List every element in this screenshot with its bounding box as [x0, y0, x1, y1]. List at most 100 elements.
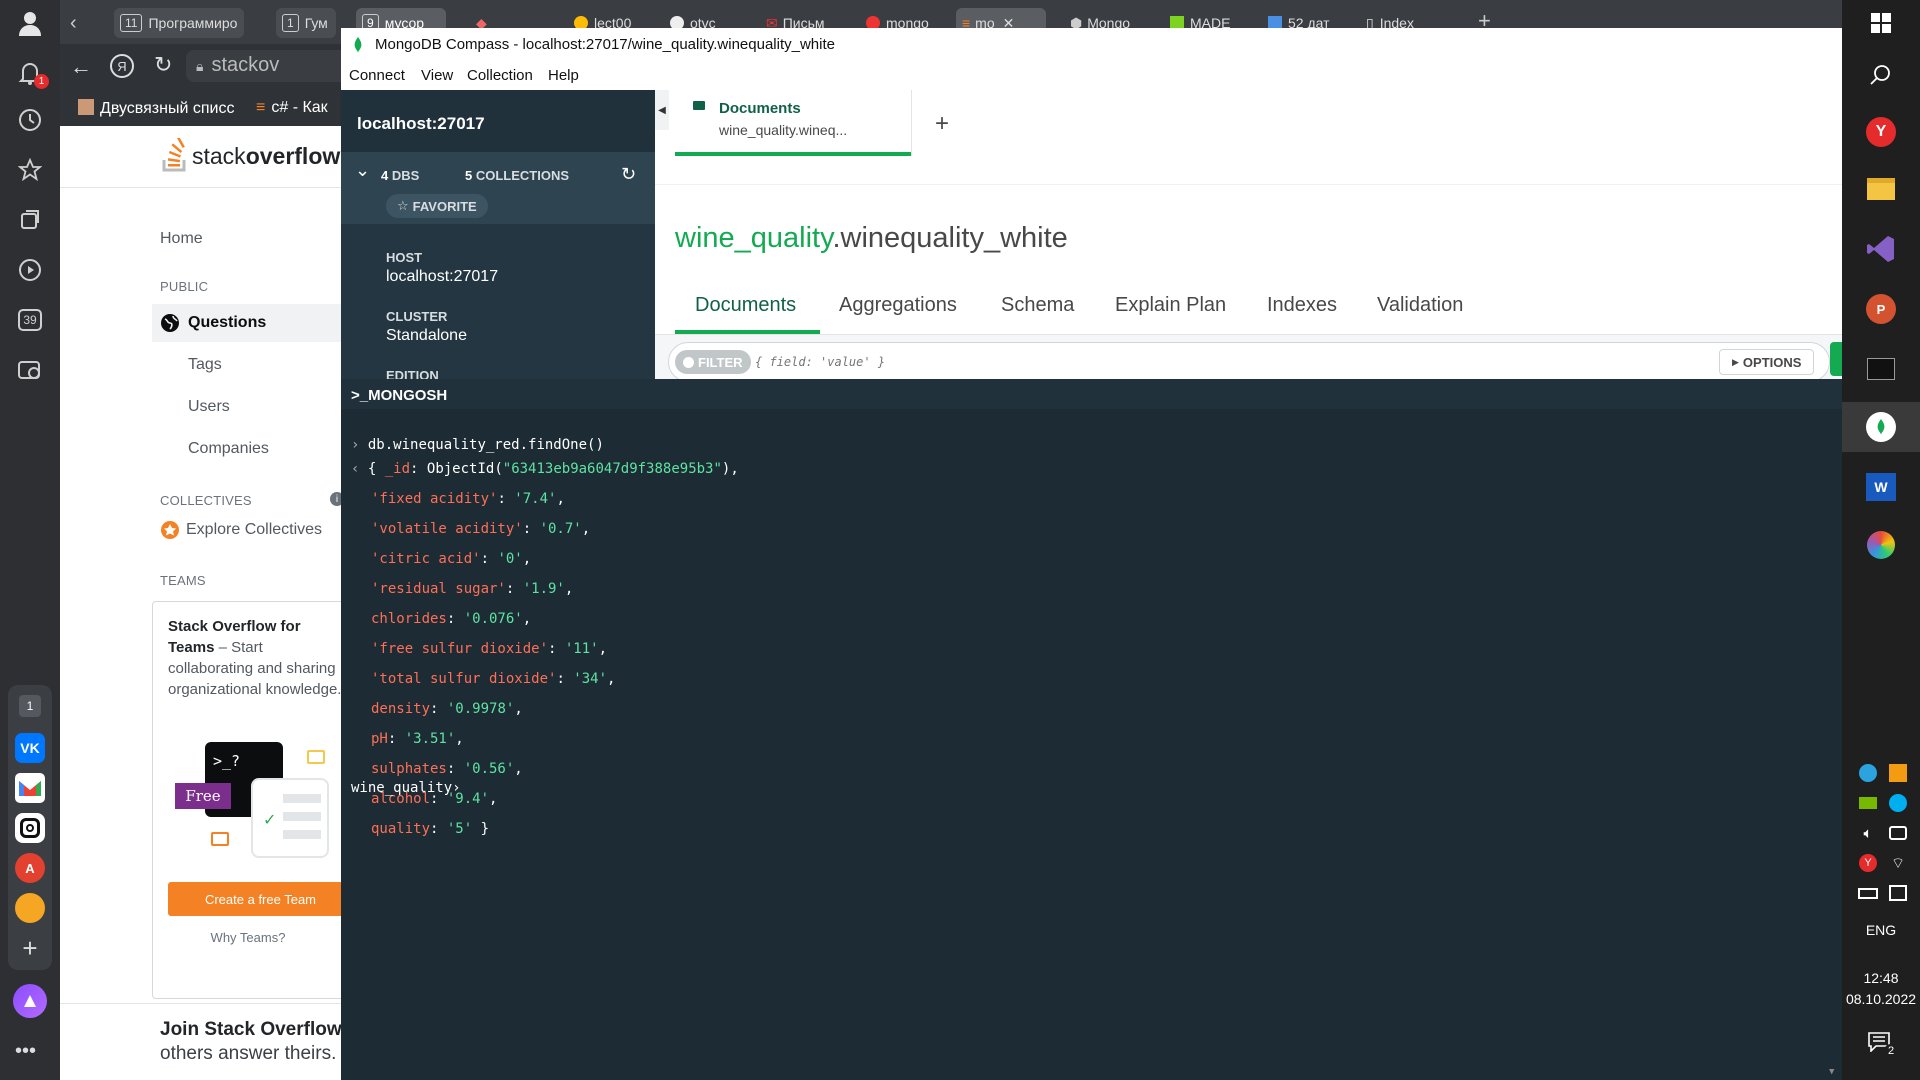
menu-help[interactable]: Help: [548, 67, 579, 84]
search-icon[interactable]: [1864, 58, 1898, 92]
video-play-icon[interactable]: [15, 255, 45, 285]
back-icon[interactable]: ←: [70, 54, 92, 80]
gmail-icon[interactable]: [15, 773, 45, 803]
visual-studio-icon[interactable]: [1864, 232, 1898, 266]
create-team-button[interactable]: Create a free Team: [168, 882, 353, 916]
so-nav-tags[interactable]: Tags: [188, 356, 222, 374]
mongosh-shell[interactable]: >_MONGOSH › db.winequality_red.findOne()…: [341, 379, 1842, 1080]
workspace-divider: [655, 184, 1842, 185]
subtab-validation[interactable]: Validation: [1377, 294, 1463, 317]
collections-icon[interactable]: [15, 205, 45, 235]
start-icon[interactable]: [1864, 6, 1898, 40]
mongodb-compass-taskbar-icon[interactable]: [1842, 402, 1920, 452]
so-logo[interactable]: stack overflow: [160, 138, 340, 174]
history-icon[interactable]: [15, 105, 45, 135]
shell-input-line: › db.winequality_red.findOne(): [351, 437, 604, 453]
paint-icon[interactable]: [1864, 528, 1898, 562]
shell-field-line: 'fixed acidity': '7.4',: [371, 491, 565, 507]
join-title: Join Stack Overflow: [160, 1019, 342, 1040]
clock-date[interactable]: 08.10.2022: [1842, 991, 1920, 1007]
so-nav-users[interactable]: Users: [188, 398, 230, 416]
shell-field-line: 'free sulfur dioxide': '11',: [371, 641, 608, 657]
chat-bubble-icon: [307, 750, 325, 764]
instagram-icon[interactable]: [15, 813, 45, 843]
bookmark-item[interactable]: ≡ c# - Как: [256, 99, 328, 117]
headset-tray-icon[interactable]: [1887, 822, 1909, 844]
info-circle-icon: [683, 356, 694, 368]
refresh-icon[interactable]: ↻: [621, 164, 636, 185]
yandex-tray-icon[interactable]: Y: [1857, 852, 1879, 874]
language-indicator[interactable]: ENG: [1842, 922, 1920, 938]
url-field[interactable]: 🔒︎ stackov: [186, 50, 346, 82]
so-header: stack overflow: [60, 126, 345, 188]
terminal-icon[interactable]: [1864, 352, 1898, 386]
filter-input[interactable]: [755, 351, 1655, 373]
subtab-indexes[interactable]: Indexes: [1267, 294, 1337, 317]
why-teams-link[interactable]: Why Teams?: [153, 930, 343, 945]
more-icon[interactable]: •••: [15, 1040, 36, 1063]
join-subtitle: others answer theirs.: [160, 1043, 337, 1064]
bookmarks-star-icon[interactable]: [15, 155, 45, 185]
menu-view[interactable]: View: [421, 67, 453, 84]
workspace-tab-documents[interactable]: Documents wine_quality.wineq...: [675, 90, 911, 156]
so-nav-home[interactable]: Home: [160, 230, 203, 248]
clock-time[interactable]: 12:48: [1842, 970, 1920, 986]
so-section-teams: TEAMS: [160, 573, 206, 588]
app-tray-icon[interactable]: [1887, 762, 1909, 784]
bookmark-item[interactable]: Двусвязный списс: [78, 99, 234, 118]
action-center-icon[interactable]: 2: [1868, 1032, 1898, 1060]
options-button[interactable]: ▶ OPTIONS: [1719, 349, 1815, 375]
browser-tab[interactable]: 11 Программиро: [114, 8, 244, 38]
so-logo-icon: [162, 138, 186, 172]
translate-icon[interactable]: A: [15, 853, 45, 883]
add-app-icon[interactable]: +: [15, 933, 45, 963]
subtab-aggregations[interactable]: Aggregations: [839, 294, 957, 317]
yandex-browser-icon[interactable]: Y: [1864, 115, 1898, 149]
host-label: HOST: [386, 250, 423, 265]
counter-badge-icon[interactable]: 39: [15, 305, 45, 335]
mongosh-header[interactable]: >_MONGOSH: [341, 379, 1842, 409]
find-button[interactable]: [1830, 342, 1842, 376]
alice-icon[interactable]: [13, 984, 47, 1018]
shell-field-line: density: '0.9978',: [371, 701, 523, 717]
subtab-schema[interactable]: Schema: [1001, 294, 1074, 317]
collapse-chevron-icon[interactable]: ⌄: [355, 160, 370, 181]
sidebar-host-title[interactable]: localhost:27017: [357, 114, 485, 134]
so-explore-collectives[interactable]: Explore Collectives: [160, 520, 322, 540]
music-icon[interactable]: [15, 893, 45, 923]
tab-count-icon[interactable]: 1: [19, 695, 41, 717]
nvidia-tray-icon[interactable]: [1857, 792, 1879, 814]
shell-scroll-arrow-icon[interactable]: ▼: [1829, 1067, 1834, 1077]
subtab-documents[interactable]: Documents: [695, 294, 796, 317]
sidebar-stats: ⌄ 4 DBS 5 COLLECTIONS ↻ ☆ FAVORITE: [341, 152, 655, 224]
volume-icon[interactable]: 🔈︎: [1857, 822, 1879, 844]
subtab-explain-plan[interactable]: Explain Plan: [1115, 294, 1226, 317]
back-history-icon[interactable]: ‹: [70, 12, 77, 35]
alert-tray-icon[interactable]: [1887, 882, 1909, 904]
wifi-icon[interactable]: ⌔: [1887, 852, 1909, 874]
vk-icon[interactable]: VK: [15, 733, 45, 763]
so-nav-questions[interactable]: Questions: [152, 304, 345, 342]
word-icon[interactable]: W: [1864, 470, 1898, 504]
screenshot-icon[interactable]: [15, 355, 45, 385]
menu-collection[interactable]: Collection: [467, 67, 533, 84]
yandex-icon[interactable]: Я: [110, 54, 134, 78]
shell-prompt[interactable]: wine_quality›: [351, 780, 461, 796]
favorite-button[interactable]: ☆ FAVORITE: [386, 194, 488, 218]
menu-connect[interactable]: Connect: [349, 67, 405, 84]
notifications-icon[interactable]: 1: [15, 58, 49, 89]
mongodb-leaf-icon: [354, 37, 362, 53]
reload-icon[interactable]: ↻: [154, 52, 172, 78]
battery-icon[interactable]: [1857, 882, 1879, 904]
add-tab-button[interactable]: +: [935, 110, 949, 138]
profile-icon[interactable]: [15, 8, 45, 38]
browser-tab[interactable]: 1 Гум: [276, 8, 336, 38]
so-nav-companies[interactable]: Companies: [188, 440, 269, 458]
telegram-tray-icon[interactable]: [1857, 762, 1879, 784]
tab-divider: [911, 90, 912, 156]
shell-field-line: chlorides: '0.076',: [371, 611, 532, 627]
file-explorer-icon[interactable]: [1864, 172, 1898, 206]
powerpoint-icon[interactable]: P: [1864, 292, 1898, 326]
sidebar-collapse-button[interactable]: ◀: [655, 90, 669, 130]
skype-tray-icon[interactable]: [1887, 792, 1909, 814]
